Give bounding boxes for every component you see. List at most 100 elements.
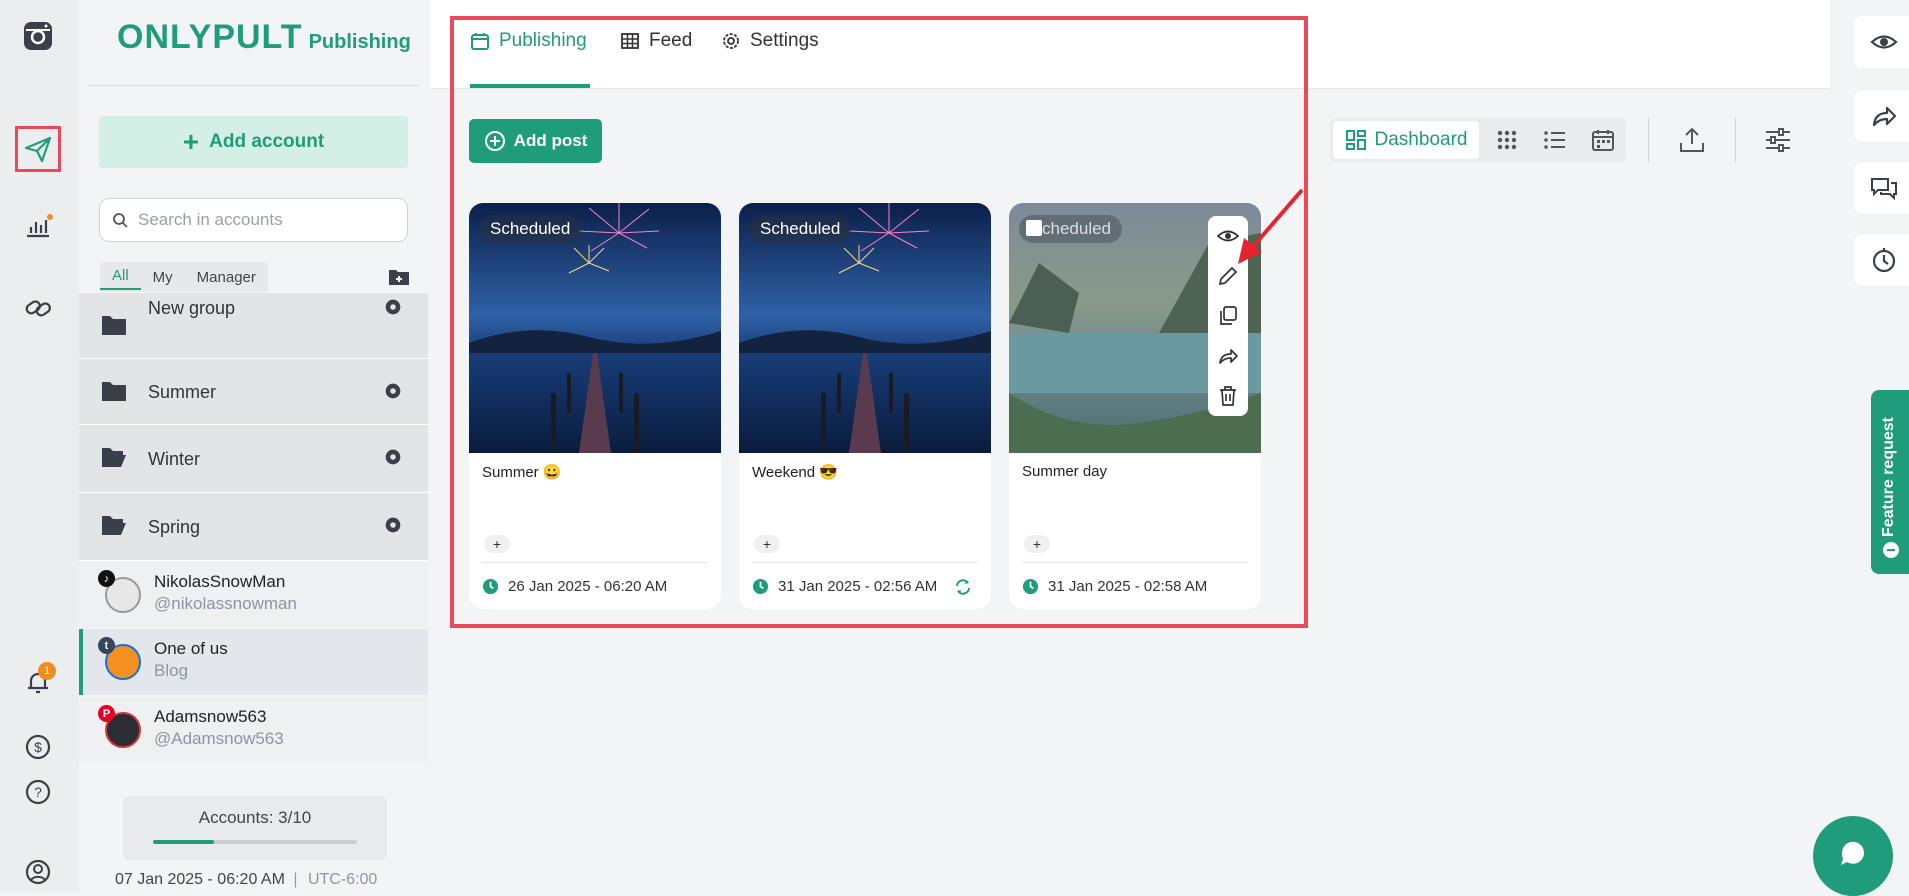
add-account-button[interactable]: + Add account: [99, 116, 408, 168]
delete-icon[interactable]: [1216, 384, 1240, 408]
feature-request-label: Feature request: [1880, 416, 1897, 538]
svg-text:$: $: [34, 739, 42, 755]
tab-feed[interactable]: Feed: [620, 30, 692, 52]
account-item[interactable]: t One of us Blog: [79, 629, 428, 695]
copy-icon[interactable]: [1216, 304, 1240, 328]
dollar-icon[interactable]: $: [14, 727, 62, 767]
active-tab-indicator: [470, 84, 590, 88]
status-badge: cheduled: [1019, 215, 1123, 243]
bell-icon[interactable]: 1: [14, 662, 62, 702]
chat-icon: [1841, 841, 1864, 865]
group-label: Summer: [148, 382, 217, 402]
gear-icon[interactable]: [382, 380, 404, 402]
add-folder-icon[interactable]: [388, 268, 410, 286]
search-input[interactable]: Search in accounts: [99, 198, 408, 242]
accounts-panel: ONLYPULT Publishing + Add account Search …: [79, 0, 428, 892]
tab-publishing[interactable]: Publishing: [470, 30, 587, 52]
chat-button[interactable]: [1813, 816, 1893, 896]
clock-icon: [482, 578, 499, 595]
gear-icon: [723, 33, 739, 49]
post-card[interactable]: Scheduled Summer 😀 + 26 Jan 2025 - 06:20…: [469, 203, 721, 609]
dashboard-icon: [1345, 130, 1366, 150]
plus-icon: +: [182, 126, 200, 157]
view-dashboard-button[interactable]: Dashboard: [1333, 121, 1479, 159]
post-card[interactable]: Scheduled Weekend 😎 + 31 Jan 2025 - 02:5…: [739, 203, 991, 609]
send-icon[interactable]: [15, 126, 61, 172]
filter-all[interactable]: All: [100, 264, 141, 290]
accounts-count: Accounts: 3/10: [198, 808, 312, 827]
filter-settings-icon[interactable]: [1764, 126, 1792, 154]
tab-label: Feed: [649, 30, 693, 51]
group-label: Spring: [148, 517, 201, 537]
list-view-icon[interactable]: [1543, 128, 1567, 152]
post-caption: Weekend 😎: [752, 464, 838, 481]
help-icon[interactable]: ?: [14, 772, 62, 812]
account-handle: Blog: [154, 661, 189, 680]
share-icon[interactable]: [1854, 90, 1909, 142]
account-name: NikolasSnowMan: [154, 572, 286, 591]
account-handle: @Adamsnow563: [154, 729, 284, 748]
timezone: UTC-6:00: [307, 871, 378, 888]
instagram-icon[interactable]: [14, 16, 62, 56]
account-name: Adamsnow563: [154, 707, 267, 726]
view-switcher: Dashboard: [1330, 118, 1626, 162]
account-item[interactable]: ♪ NikolasSnowMan @nikolassnowman: [79, 562, 428, 628]
divider: [1022, 562, 1248, 563]
comments-icon[interactable]: [1854, 162, 1909, 214]
upload-icon[interactable]: [1678, 126, 1706, 154]
annotation-arrow-icon: [1238, 188, 1304, 264]
feature-request-button[interactable]: Feature request: [1871, 390, 1909, 574]
analytics-icon[interactable]: [14, 206, 62, 246]
post-datetime: 31 Jan 2025 - 02:58 AM: [1048, 578, 1208, 595]
separator: |: [293, 871, 298, 888]
tab-bar: Publishing Feed Settings: [430, 0, 1830, 89]
accounts-usage-fill: [153, 840, 215, 844]
plus-circle-icon: [484, 131, 505, 151]
grid-view-icon[interactable]: [1495, 128, 1519, 152]
chat-bubble-icon: [1883, 542, 1899, 558]
post-schedule: 26 Jan 2025 - 06:20 AM: [482, 578, 667, 595]
add-account-label: Add account: [209, 131, 325, 152]
brand-product: Publishing: [308, 31, 411, 53]
folder-icon: [102, 382, 126, 401]
accounts-usage-bar: [153, 840, 357, 844]
clock-icon: [1022, 578, 1039, 595]
gear-icon[interactable]: [382, 514, 404, 536]
search-icon: [113, 213, 128, 228]
group-winter[interactable]: Winter: [79, 425, 428, 493]
share-icon[interactable]: [1216, 344, 1240, 368]
gear-icon[interactable]: [382, 296, 404, 318]
status-text: cheduled: [1042, 219, 1112, 238]
divider: [1648, 118, 1649, 162]
group-spring[interactable]: Spring: [79, 493, 428, 561]
logo: ONLYPULT Publishing: [117, 18, 411, 57]
tumblr-icon: t: [98, 637, 115, 654]
accounts-count-box: Accounts: 3/10: [123, 796, 387, 860]
calendar-view-icon[interactable]: [1591, 128, 1615, 152]
gear-icon[interactable]: [382, 446, 404, 468]
eye-icon[interactable]: [1854, 16, 1909, 68]
post-caption: Summer day: [1022, 463, 1108, 480]
group-summer[interactable]: Summer: [79, 359, 428, 425]
current-datetime: 07 Jan 2025 - 06:20 AM | UTC-6:00: [115, 871, 377, 889]
brand-name: ONLYPULT: [117, 18, 303, 56]
add-tag-button[interactable]: +: [1024, 535, 1050, 553]
group-label: Winter: [148, 449, 201, 469]
status-badge: Scheduled: [479, 215, 582, 243]
folder-open-icon: [102, 448, 126, 467]
tab-settings[interactable]: Settings: [721, 30, 819, 52]
link-icon[interactable]: [14, 288, 62, 328]
add-tag-button[interactable]: +: [754, 535, 780, 553]
account-item[interactable]: P Adamsnow563 @Adamsnow563: [79, 697, 428, 763]
select-checkbox[interactable]: [1026, 220, 1042, 236]
group-new-group[interactable]: New group: [79, 293, 428, 359]
user-icon[interactable]: [14, 852, 62, 892]
add-tag-button[interactable]: +: [484, 535, 510, 553]
add-post-button[interactable]: Add post: [469, 119, 602, 163]
datetime-value: 07 Jan 2025 - 06:20 AM: [115, 871, 285, 888]
history-icon[interactable]: [1854, 234, 1909, 286]
left-rail: 1 $ ?: [0, 0, 79, 892]
notification-badge: 1: [38, 662, 56, 680]
calendar-icon: [471, 33, 489, 50]
svg-text:?: ?: [34, 784, 42, 800]
